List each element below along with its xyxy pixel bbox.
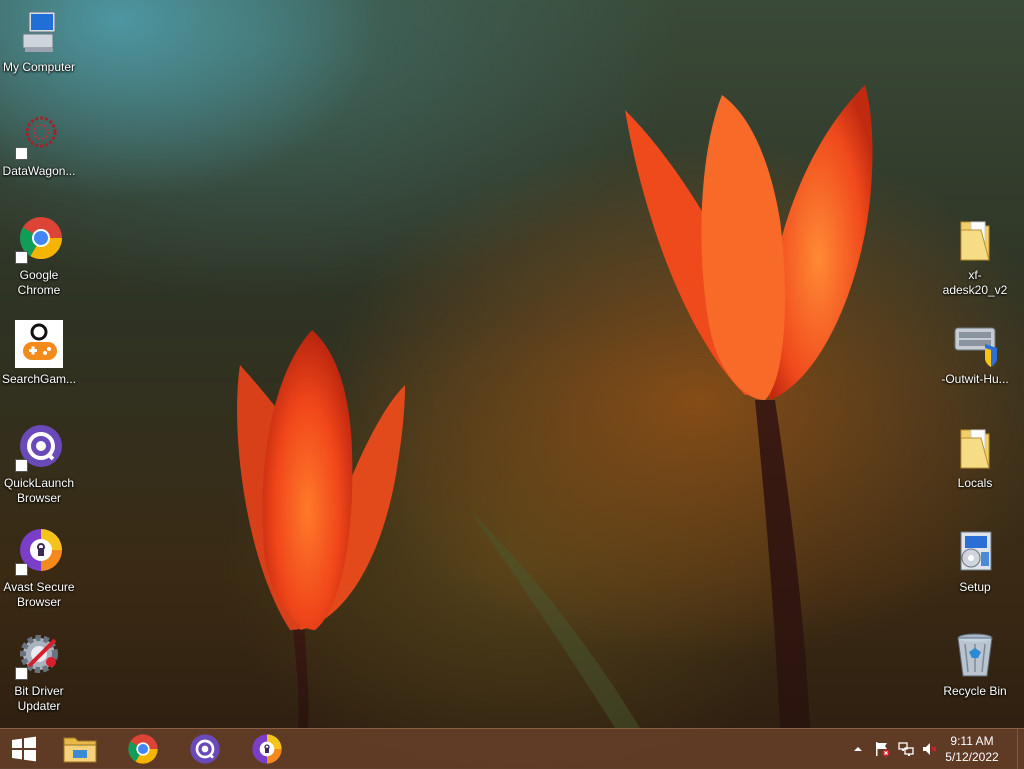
desktop-icon-xf-adesk20[interactable]: xf-adesk20_v2	[936, 216, 1014, 298]
quicklaunch-icon	[190, 734, 220, 764]
taskbar-file-explorer[interactable]	[52, 729, 108, 769]
datawagon-icon	[15, 112, 63, 160]
shortcut-arrow-icon	[15, 667, 28, 680]
desktop-icon-locals[interactable]: Locals	[936, 424, 1014, 491]
desktop-icon-label: Recycle Bin	[943, 684, 1007, 698]
avast-icon	[252, 734, 282, 764]
desktop-icon-quicklaunch-browser[interactable]: QuickLaunch Browser	[0, 424, 78, 506]
start-button[interactable]	[0, 729, 48, 769]
installer-icon	[951, 320, 999, 368]
volume-muted-icon[interactable]	[922, 741, 938, 757]
desktop-icon-label: Locals	[957, 476, 993, 490]
desktop-icon-recycle-bin[interactable]: Recycle Bin	[936, 632, 1014, 699]
shortcut-arrow-icon	[15, 459, 28, 472]
chevron-up-icon[interactable]	[850, 741, 866, 757]
show-desktop-button[interactable]	[1017, 729, 1024, 769]
desktop-icon-setup[interactable]: Setup	[936, 528, 1014, 595]
taskbar-quicklaunch[interactable]	[177, 729, 233, 769]
desktop-icon-label: Google Chrome	[17, 268, 61, 297]
desktop-icon-label: -Outwit-Hu...	[941, 372, 1009, 386]
taskbar-avast[interactable]	[239, 729, 295, 769]
computer-icon	[15, 8, 63, 56]
desktop-icon-avast-secure-browser[interactable]: Avast Secure Browser	[0, 528, 78, 610]
desktop-icon-my-computer[interactable]: My Computer	[0, 8, 78, 75]
shortcut-arrow-icon	[15, 563, 28, 576]
network-icon[interactable]	[898, 741, 914, 757]
recycle-bin-icon	[951, 632, 999, 680]
desktop-icon-label: DataWagon...	[2, 164, 76, 178]
desktop-icon-label: My Computer	[2, 60, 76, 74]
system-clock[interactable]: 9:11 AM 5/12/2022	[940, 733, 1004, 765]
avast-icon	[15, 528, 63, 576]
desktop-icon-label: Bit Driver Updater	[14, 684, 64, 713]
windows-logo-icon	[12, 736, 36, 762]
desktop-icon-google-chrome[interactable]: Google Chrome	[0, 216, 78, 298]
shortcut-arrow-icon	[15, 147, 28, 160]
clock-date: 5/12/2022	[945, 750, 999, 764]
setup-icon	[951, 528, 999, 576]
desktop-icon-datawagon[interactable]: DataWagon...	[0, 112, 78, 179]
desktop-icon-label: xf-adesk20_v2	[942, 268, 1008, 297]
desktop-icon-searchgam[interactable]: SearchGam...	[0, 320, 78, 387]
folder-icon	[951, 424, 999, 472]
gamepad-icon	[15, 320, 63, 368]
taskbar: 9:11 AM 5/12/2022	[0, 728, 1024, 769]
desktop-icon-outwit-hub[interactable]: -Outwit-Hu...	[936, 320, 1014, 387]
desktop-icon-label: Setup	[959, 580, 991, 594]
chrome-icon	[128, 734, 158, 764]
chrome-icon	[15, 216, 63, 264]
gear-icon	[15, 632, 63, 680]
desktop-icon-bit-driver-updater[interactable]: Bit Driver Updater	[0, 632, 78, 714]
taskbar-chrome[interactable]	[115, 729, 171, 769]
file-explorer-icon	[63, 737, 97, 763]
desktop-icon-label: QuickLaunch Browser	[3, 476, 75, 505]
desktop-icon-label: Avast Secure Browser	[3, 580, 75, 609]
quicklaunch-icon	[15, 424, 63, 472]
desktop-wallpaper	[237, 85, 873, 728]
clock-time: 9:11 AM	[950, 734, 994, 748]
flag-icon[interactable]	[874, 741, 890, 757]
desktop-icon-label: SearchGam...	[1, 372, 77, 386]
shortcut-arrow-icon	[15, 251, 28, 264]
folder-icon	[951, 216, 999, 264]
